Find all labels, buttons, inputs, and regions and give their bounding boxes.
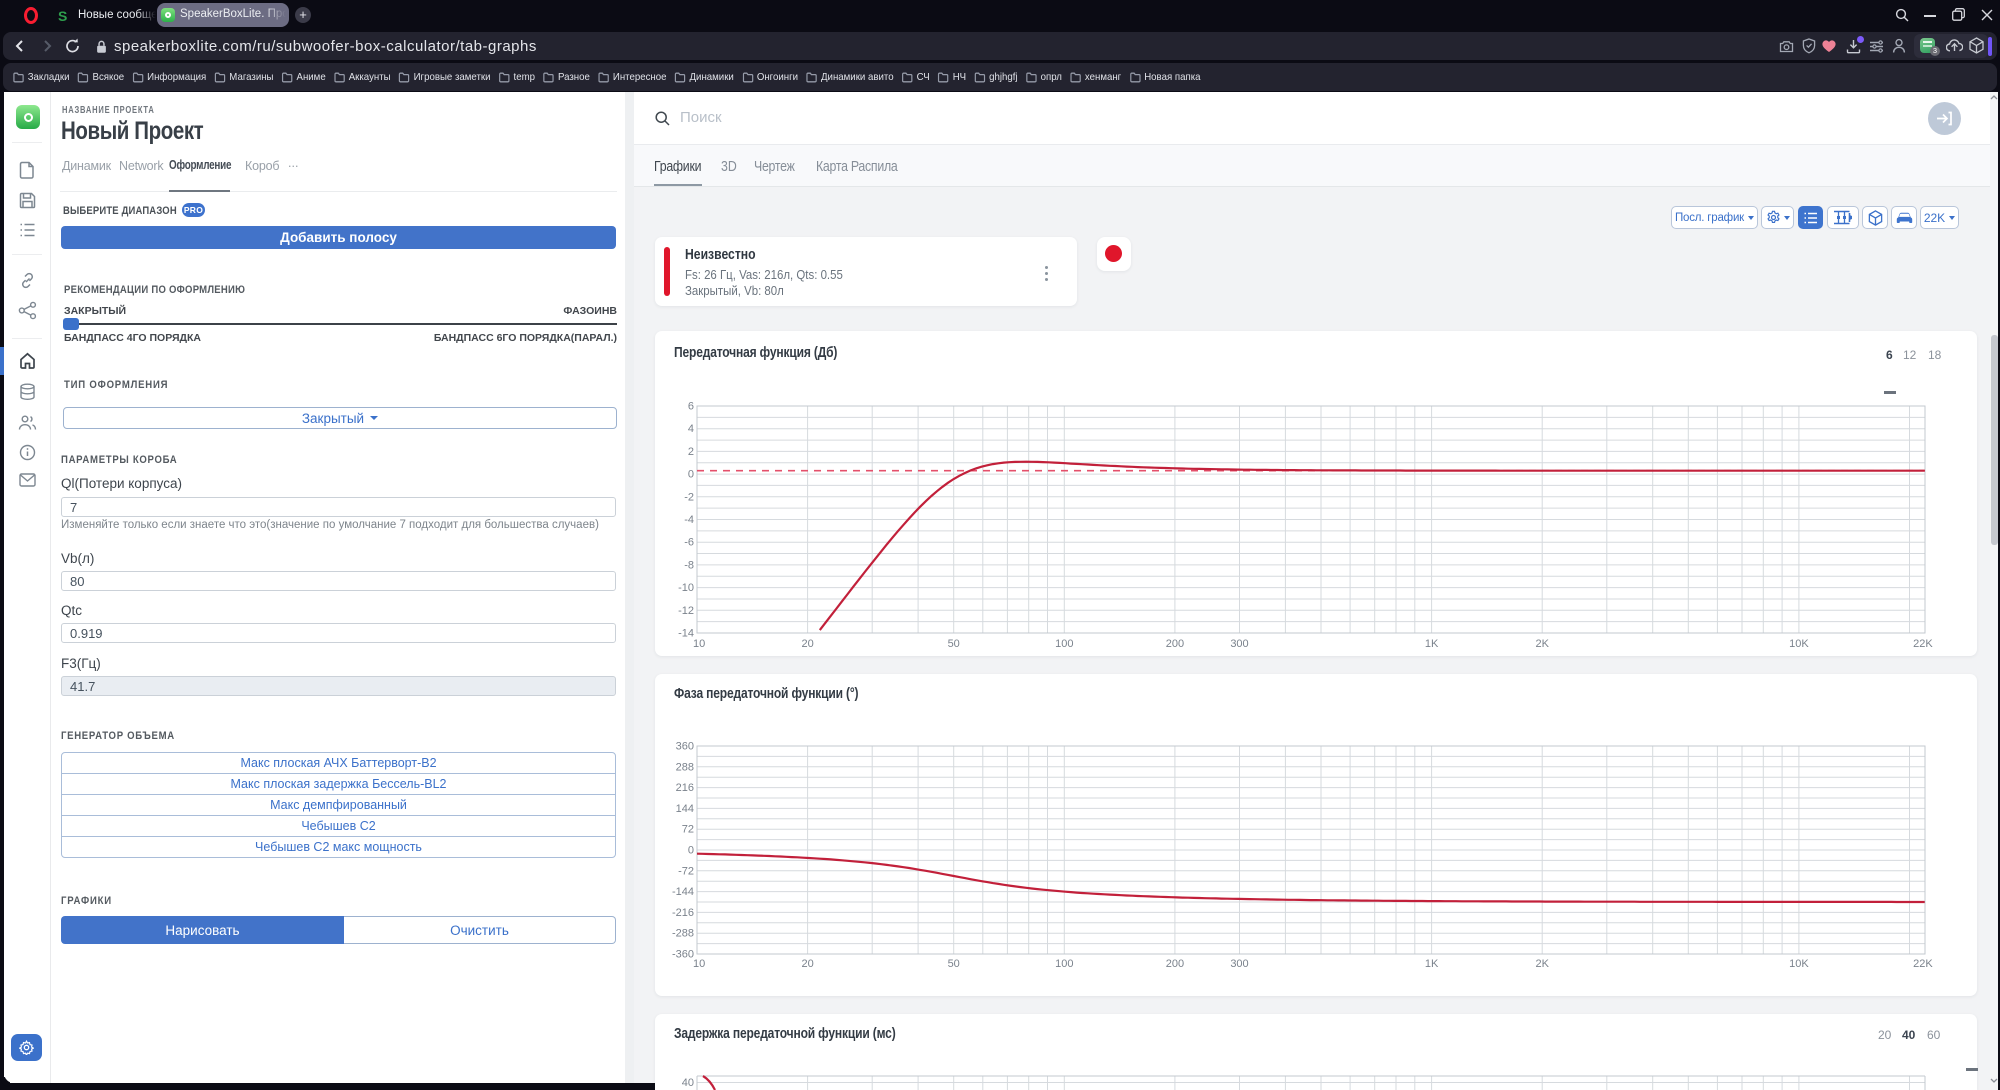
- svg-text:10K: 10K: [1789, 638, 1809, 650]
- svg-text:10K: 10K: [1789, 958, 1809, 970]
- svg-text:288: 288: [676, 761, 694, 773]
- svg-text:-6: -6: [684, 537, 694, 549]
- svg-text:-12: -12: [678, 605, 694, 617]
- svg-text:100: 100: [1055, 638, 1073, 650]
- svg-text:200: 200: [1166, 958, 1184, 970]
- svg-text:-216: -216: [672, 907, 694, 919]
- svg-text:-288: -288: [672, 928, 694, 940]
- svg-text:144: 144: [676, 803, 694, 815]
- svg-text:360: 360: [676, 741, 694, 753]
- svg-text:20: 20: [801, 958, 813, 970]
- svg-text:50: 50: [948, 958, 960, 970]
- svg-text:-8: -8: [684, 559, 694, 571]
- svg-text:1K: 1K: [1425, 958, 1439, 970]
- svg-text:0: 0: [688, 469, 694, 481]
- svg-text:72: 72: [682, 824, 694, 836]
- svg-text:22K: 22K: [1913, 958, 1933, 970]
- svg-text:-144: -144: [672, 886, 694, 898]
- svg-text:200: 200: [1166, 638, 1184, 650]
- svg-text:40: 40: [682, 1077, 694, 1089]
- svg-text:4: 4: [688, 423, 694, 435]
- svg-text:0: 0: [688, 845, 694, 857]
- svg-text:-360: -360: [672, 949, 694, 961]
- svg-text:50: 50: [948, 638, 960, 650]
- svg-text:2: 2: [688, 446, 694, 458]
- svg-text:2K: 2K: [1535, 638, 1549, 650]
- svg-text:10: 10: [693, 958, 705, 970]
- svg-text:-2: -2: [684, 491, 694, 503]
- svg-text:2K: 2K: [1535, 958, 1549, 970]
- svg-text:-4: -4: [684, 514, 694, 526]
- svg-text:100: 100: [1055, 958, 1073, 970]
- svg-text:300: 300: [1230, 638, 1248, 650]
- svg-text:22K: 22K: [1913, 638, 1933, 650]
- svg-text:-10: -10: [678, 582, 694, 594]
- svg-text:10: 10: [693, 638, 705, 650]
- svg-text:216: 216: [676, 782, 694, 794]
- svg-text:1K: 1K: [1425, 638, 1439, 650]
- svg-text:20: 20: [801, 638, 813, 650]
- svg-text:6: 6: [688, 401, 694, 413]
- svg-text:-72: -72: [678, 865, 694, 877]
- svg-text:300: 300: [1230, 958, 1248, 970]
- svg-text:-14: -14: [678, 628, 694, 640]
